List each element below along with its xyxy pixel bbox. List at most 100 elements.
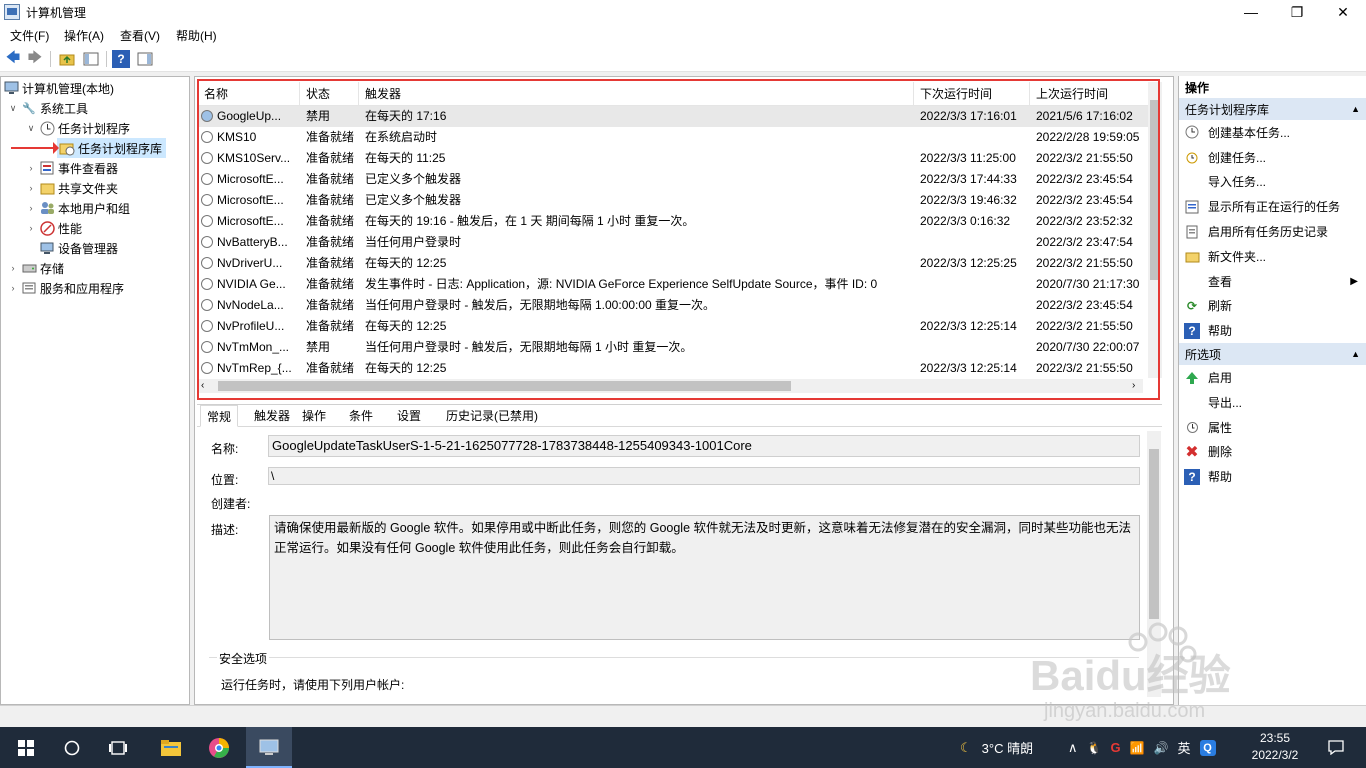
description-field[interactable]: 请确保使用最新版的 Google 软件。如果停用或中断此任务，则您的 Googl… (269, 515, 1140, 640)
action-help[interactable]: ? 帮助 (1179, 318, 1366, 343)
tree-item-event-viewer[interactable]: › 事件查看器 (1, 158, 189, 178)
action-import-task[interactable]: 导入任务... (1179, 170, 1366, 195)
action-enable[interactable]: 启用 (1179, 365, 1366, 390)
toolbar-separator (106, 51, 107, 67)
tab-triggers[interactable]: 触发器 (248, 405, 296, 427)
tab-settings[interactable]: 设置 (391, 405, 427, 427)
qq-browser-icon[interactable]: Q (1199, 739, 1216, 756)
action-label: 启用所有任务历史记录 (1208, 225, 1329, 240)
up-folder-icon[interactable] (58, 50, 76, 68)
clock[interactable]: 23:55 2022/3/2 (1245, 730, 1305, 764)
menu-view[interactable]: 查看(V) (117, 27, 163, 44)
notification-center-icon[interactable] (1316, 727, 1356, 768)
tray-app-red-icon[interactable]: G (1110, 740, 1120, 755)
back-arrow-icon[interactable]: 🡄 (4, 49, 22, 68)
expanded-chevron-icon[interactable]: ∨ (7, 103, 19, 114)
shared-folder-icon (39, 180, 55, 196)
weather-widget[interactable]: ☾ 3°C 晴朗 (960, 727, 1033, 768)
clock-date: 2022/3/2 (1251, 748, 1299, 762)
help-icon[interactable]: ? (112, 50, 130, 68)
collapsed-chevron-icon[interactable]: › (25, 163, 37, 173)
tab-general[interactable]: 常规 (200, 405, 239, 427)
tree-item-services-applications[interactable]: › 服务和应用程序 (1, 278, 189, 298)
collapsed-chevron-icon[interactable]: › (25, 183, 37, 193)
tree-label: 共享文件夹 (58, 181, 119, 196)
description-label: 描述: (211, 523, 239, 537)
menu-action[interactable]: 操作(A) (61, 27, 107, 44)
tree-item-device-manager[interactable]: 设备管理器 (1, 238, 189, 258)
qq-penguin-icon[interactable]: 🐧 (1087, 741, 1102, 755)
detail-vertical-scrollbar[interactable] (1147, 431, 1161, 697)
action-delete[interactable]: ✖ 删除 (1179, 440, 1366, 465)
tab-history[interactable]: 历史记录(已禁用) (440, 405, 544, 427)
action-view[interactable]: 查看 ▶ (1179, 269, 1366, 294)
action-export[interactable]: 导出... (1179, 390, 1366, 415)
action-label: 新文件夹... (1208, 249, 1267, 264)
tree-item-shared-folders[interactable]: › 共享文件夹 (1, 178, 189, 198)
collapsed-chevron-icon[interactable]: › (25, 203, 37, 213)
tab-conditions[interactable]: 条件 (343, 405, 379, 427)
tree-label: 任务计划程序库 (78, 141, 163, 156)
tree-item-task-scheduler-library[interactable]: 任务计划程序库 (57, 138, 167, 158)
menu-help[interactable]: 帮助(H) (173, 27, 220, 44)
tree-label: 系统工具 (40, 101, 89, 116)
tab-actions[interactable]: 操作 (296, 405, 332, 427)
tray-chevron-up-icon[interactable]: ∧ (1068, 740, 1078, 756)
collapse-triangle-icon[interactable]: ▲ (1351, 104, 1360, 114)
tree-item-local-users-groups[interactable]: › 本地用户和组 (1, 198, 189, 218)
name-label: 名称: (211, 442, 239, 456)
show-hide-console-tree-icon[interactable] (82, 50, 100, 68)
new-folder-icon (1184, 248, 1200, 264)
action-create-task[interactable]: 创建任务... (1179, 145, 1366, 170)
collapsed-chevron-icon[interactable]: › (7, 283, 19, 293)
action-create-basic-task[interactable]: 创建基本任务... (1179, 120, 1366, 145)
collapsed-chevron-icon[interactable]: › (25, 223, 37, 233)
tree-item-storage[interactable]: › 存储 (1, 258, 189, 278)
browser-icon[interactable] (198, 727, 240, 768)
action-enable-all-history[interactable]: 启用所有任务历史记录 (1179, 219, 1366, 244)
tree-label: 本地用户和组 (58, 201, 131, 216)
actions-section-selected[interactable]: 所选项 ▲ (1179, 343, 1366, 366)
moon-icon: ☾ (960, 739, 972, 755)
actions-section-library[interactable]: 任务计划程序库 ▲ (1179, 98, 1366, 120)
action-refresh[interactable]: ⟳ 刷新 (1179, 294, 1366, 319)
import-icon (1184, 174, 1200, 190)
action-label: 显示所有正在运行的任务 (1208, 200, 1341, 215)
action-new-folder[interactable]: 新文件夹... (1179, 244, 1366, 269)
forward-arrow-icon[interactable]: 🡆 (26, 49, 44, 68)
maximize-button[interactable]: ❐ (1274, 0, 1320, 24)
volume-icon[interactable]: 🔊 (1154, 741, 1169, 755)
search-circle-icon[interactable] (52, 727, 92, 768)
network-icon[interactable]: 📶 (1130, 741, 1145, 755)
menu-file[interactable]: 文件(F) (7, 27, 52, 44)
action-show-running-tasks[interactable]: 显示所有正在运行的任务 (1179, 194, 1366, 219)
close-button[interactable]: ✕ (1320, 0, 1366, 24)
expanded-chevron-icon[interactable]: ∨ (25, 123, 37, 134)
tree-item-computer-management[interactable]: 计算机管理(本地) (1, 78, 189, 98)
computer-management-taskbar-icon[interactable] (246, 727, 292, 768)
scrollbar-thumb[interactable] (1149, 449, 1159, 619)
task-view-icon[interactable] (98, 727, 138, 768)
name-field[interactable]: GoogleUpdateTaskUserS-1-5-21-1625077728-… (268, 435, 1140, 457)
collapsed-chevron-icon[interactable]: › (7, 263, 19, 273)
running-tasks-icon (1184, 199, 1200, 215)
file-explorer-icon[interactable] (150, 727, 192, 768)
computer-icon (3, 80, 19, 96)
detail-tabs: 常规 触发器 操作 条件 设置 历史记录(已禁用) (197, 405, 1162, 427)
location-field[interactable]: \ (268, 467, 1140, 485)
section-label: 所选项 (1185, 347, 1222, 362)
run-as-label: 运行任务时，请使用下列用户帐户: (221, 678, 405, 692)
tree-item-performance[interactable]: › 性能 (1, 218, 189, 238)
action-label: 导出... (1208, 395, 1243, 410)
collapse-triangle-icon[interactable]: ▲ (1351, 349, 1360, 359)
location-label: 位置: (211, 473, 239, 487)
tree-item-system-tools[interactable]: ∨ 🔧 系统工具 (1, 98, 189, 118)
clock-time: 23:55 (1259, 731, 1291, 745)
minimize-button[interactable]: — (1228, 0, 1274, 24)
action-properties[interactable]: 属性 (1179, 415, 1366, 440)
tree-item-task-scheduler[interactable]: ∨ 任务计划程序 (1, 118, 189, 138)
show-hide-action-pane-icon[interactable] (136, 50, 154, 68)
start-windows-icon[interactable] (6, 727, 46, 768)
ime-indicator[interactable]: 英 (1178, 738, 1191, 757)
action-help-selected[interactable]: ? 帮助 (1179, 464, 1366, 489)
